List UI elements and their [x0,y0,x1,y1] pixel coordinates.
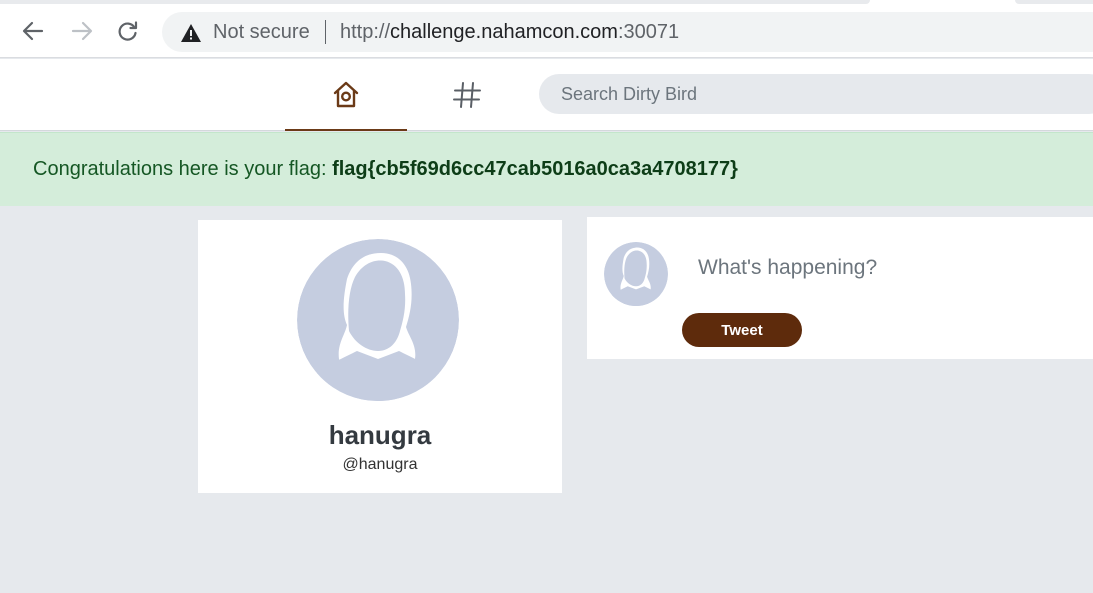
url-host: challenge.nahamcon.com [390,21,618,43]
forward-arrow-icon [71,21,93,41]
tweet-button[interactable]: Tweet [682,313,802,347]
url-text[interactable]: http://challenge.nahamcon.com:30071 [340,21,679,44]
birdhouse-icon [333,81,359,108]
flash-text: Congratulations here is your flag: [33,158,333,180]
avatar [297,239,459,401]
reload-icon [118,21,138,41]
search-input[interactable] [539,74,1093,114]
reload-button[interactable] [113,16,143,46]
flag-value: flag{cb5f69d6cc47cab5016a0ca3a4708177} [332,158,738,180]
nav-home-tab[interactable] [285,59,407,131]
address-bar[interactable]: Not secure http://challenge.nahamcon.com… [162,12,1093,52]
hashtag-icon [453,82,481,108]
profile-name: hanugra [328,420,432,450]
profile-handle: @hanugra [342,456,418,473]
tweet-input[interactable] [683,251,1083,285]
url-port: :30071 [617,21,680,43]
profile-card: hanugra @hanugra [198,220,562,493]
app-navbar [0,59,1093,131]
tab-strip-new [1015,0,1093,4]
tab-strip [0,0,870,4]
back-button[interactable] [18,16,48,46]
browser-toolbar: Not secure http://challenge.nahamcon.com… [0,0,1093,58]
warning-triangle-icon [181,24,201,42]
flash-message: Congratulations here is your flag: flag{… [33,158,738,181]
avatar [604,242,668,306]
security-status-label: Not secure [213,21,310,43]
flash-alert: Congratulations here is your flag: flag{… [0,132,1093,206]
forward-button[interactable] [67,16,97,46]
back-arrow-icon [22,21,44,41]
url-scheme: http:// [340,21,391,43]
tweet-composer: Tweet [587,217,1093,359]
active-tab-indicator [285,129,407,131]
address-divider [325,20,326,44]
nav-hashtags-tab[interactable] [437,59,497,131]
